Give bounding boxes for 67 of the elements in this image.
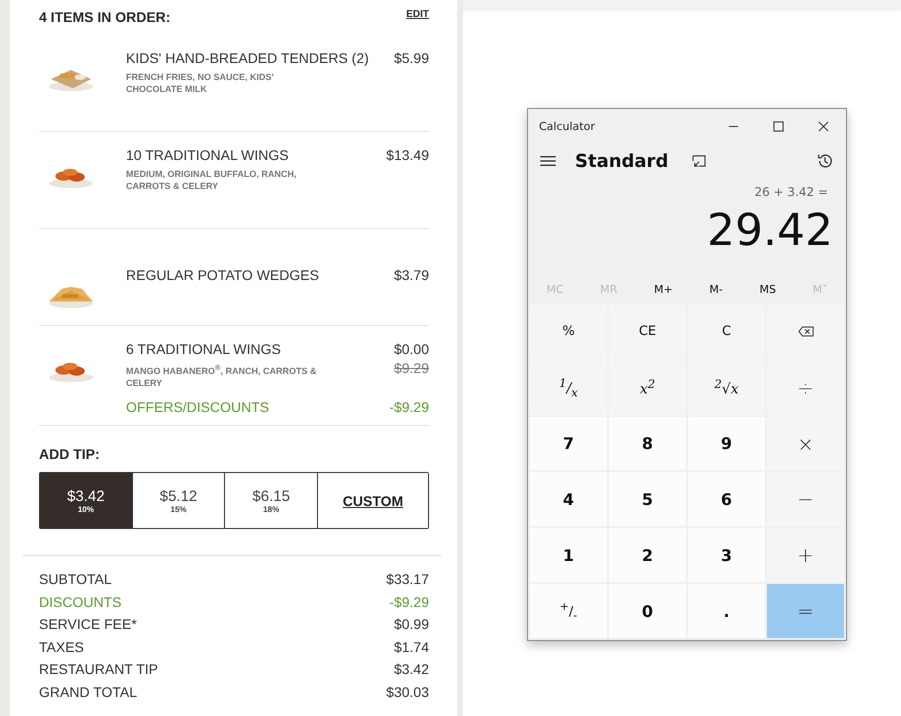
- edit-link[interactable]: EDIT: [406, 9, 429, 20]
- tip-option[interactable]: $3.42 10%: [40, 473, 132, 528]
- keep-on-top-icon[interactable]: [692, 155, 706, 167]
- summary-value: $3.42: [394, 661, 429, 680]
- calculator-key[interactable]: $^{1}$/$_{x}$: [530, 360, 607, 415]
- calculator-key[interactable]: 9: [688, 416, 765, 470]
- calculator-key[interactable]: .: [688, 584, 765, 638]
- summary-value: $33.17: [386, 571, 429, 589]
- item-name: 6 TRADITIONAL WINGS: [126, 341, 282, 357]
- calculator-key[interactable]: 0: [609, 584, 686, 638]
- summary-value: $1.74: [394, 638, 429, 657]
- item-price: $5.99: [394, 50, 429, 66]
- calculator-key[interactable]: x$^{2}$: [609, 360, 686, 415]
- calculator-key[interactable]: ÷: [767, 360, 844, 415]
- calculator-key[interactable]: 8: [609, 416, 686, 470]
- calculator-key[interactable]: −: [767, 472, 844, 526]
- window-title: Calculator: [539, 120, 595, 132]
- calculator-key[interactable]: 1: [530, 528, 607, 582]
- original-price: $9.29: [394, 360, 429, 376]
- item-name: 10 TRADITIONAL WINGS: [126, 147, 290, 163]
- calculator-key[interactable]: +: [767, 528, 844, 582]
- calculator-key[interactable]: 7: [530, 416, 607, 470]
- backspace-icon: [798, 326, 814, 338]
- item-price: $13.49: [386, 147, 429, 163]
- item-name: KIDS' HAND-BREADED TENDERS (2): [126, 50, 370, 66]
- summary-value: $0.99: [394, 616, 429, 634]
- menu-icon[interactable]: [540, 155, 556, 167]
- memory-button[interactable]: M+: [648, 275, 679, 303]
- summary-label: DISCOUNTS: [39, 594, 122, 612]
- maximize-icon[interactable]: [773, 120, 784, 132]
- calculator-key[interactable]: 6: [688, 472, 765, 526]
- item-options: MEDIUM, ORIGINAL BUFFALO, RANCH, CARROTS & CELERY: [126, 168, 326, 192]
- close-icon[interactable]: [818, 120, 829, 132]
- calculator-key[interactable]: ×: [767, 416, 844, 470]
- tip-option[interactable]: CUSTOM: [317, 473, 428, 528]
- calculator-key[interactable]: $^{2}$√x: [688, 360, 765, 415]
- expression: 26 + 3.42 =: [753, 185, 829, 199]
- item-options: MANGO HABANERO$^{®}$, RANCH, CARROTS & CELERY: [126, 362, 326, 389]
- summary-value: -$9.29: [389, 594, 429, 612]
- calculator-key[interactable]: 2: [609, 528, 686, 582]
- item-options: FRENCH FRIES, NO SAUCE, KIDS' CHOCOLATE MILK: [126, 71, 326, 95]
- item-name: REGULAR POTATO WEDGES: [126, 267, 320, 283]
- result-display: 29.42: [706, 204, 834, 258]
- summary-label: SUBTOTAL: [39, 571, 112, 589]
- memory-button[interactable]: MS: [753, 275, 782, 303]
- history-icon[interactable]: [816, 152, 834, 170]
- item-price: $0.00: [394, 341, 429, 357]
- calculator-key[interactable]: 5: [609, 472, 686, 526]
- order-heading: 4 ITEMS IN ORDER:: [39, 9, 170, 25]
- summary-value: $30.03: [386, 684, 429, 702]
- mode-title: Standard: [575, 150, 668, 172]
- offer-label: OFFERS/DISCOUNTS: [126, 399, 270, 415]
- calculator-key[interactable]: $^{+}$/$_{-}$: [530, 584, 607, 638]
- offer-amount: -$9.29: [389, 399, 429, 415]
- calculator-key[interactable]: %: [530, 305, 607, 359]
- item-price: $3.79: [394, 267, 429, 283]
- calculator-key[interactable]: =: [767, 584, 844, 638]
- calculator-key[interactable]: C: [688, 305, 765, 359]
- summary-label: SERVICE FEE*: [39, 616, 137, 634]
- tip-label: ADD TIP:: [39, 446, 101, 462]
- memory-button[interactable]: M-: [703, 275, 729, 303]
- calculator-key[interactable]: 3: [688, 528, 765, 582]
- summary-label: GRAND TOTAL: [39, 684, 138, 702]
- calculator-key[interactable]: 4: [530, 472, 607, 526]
- summary-label: TAXES: [39, 638, 84, 657]
- summary-label: RESTAURANT TIP: [39, 661, 158, 680]
- calculator-key[interactable]: CE: [609, 305, 686, 359]
